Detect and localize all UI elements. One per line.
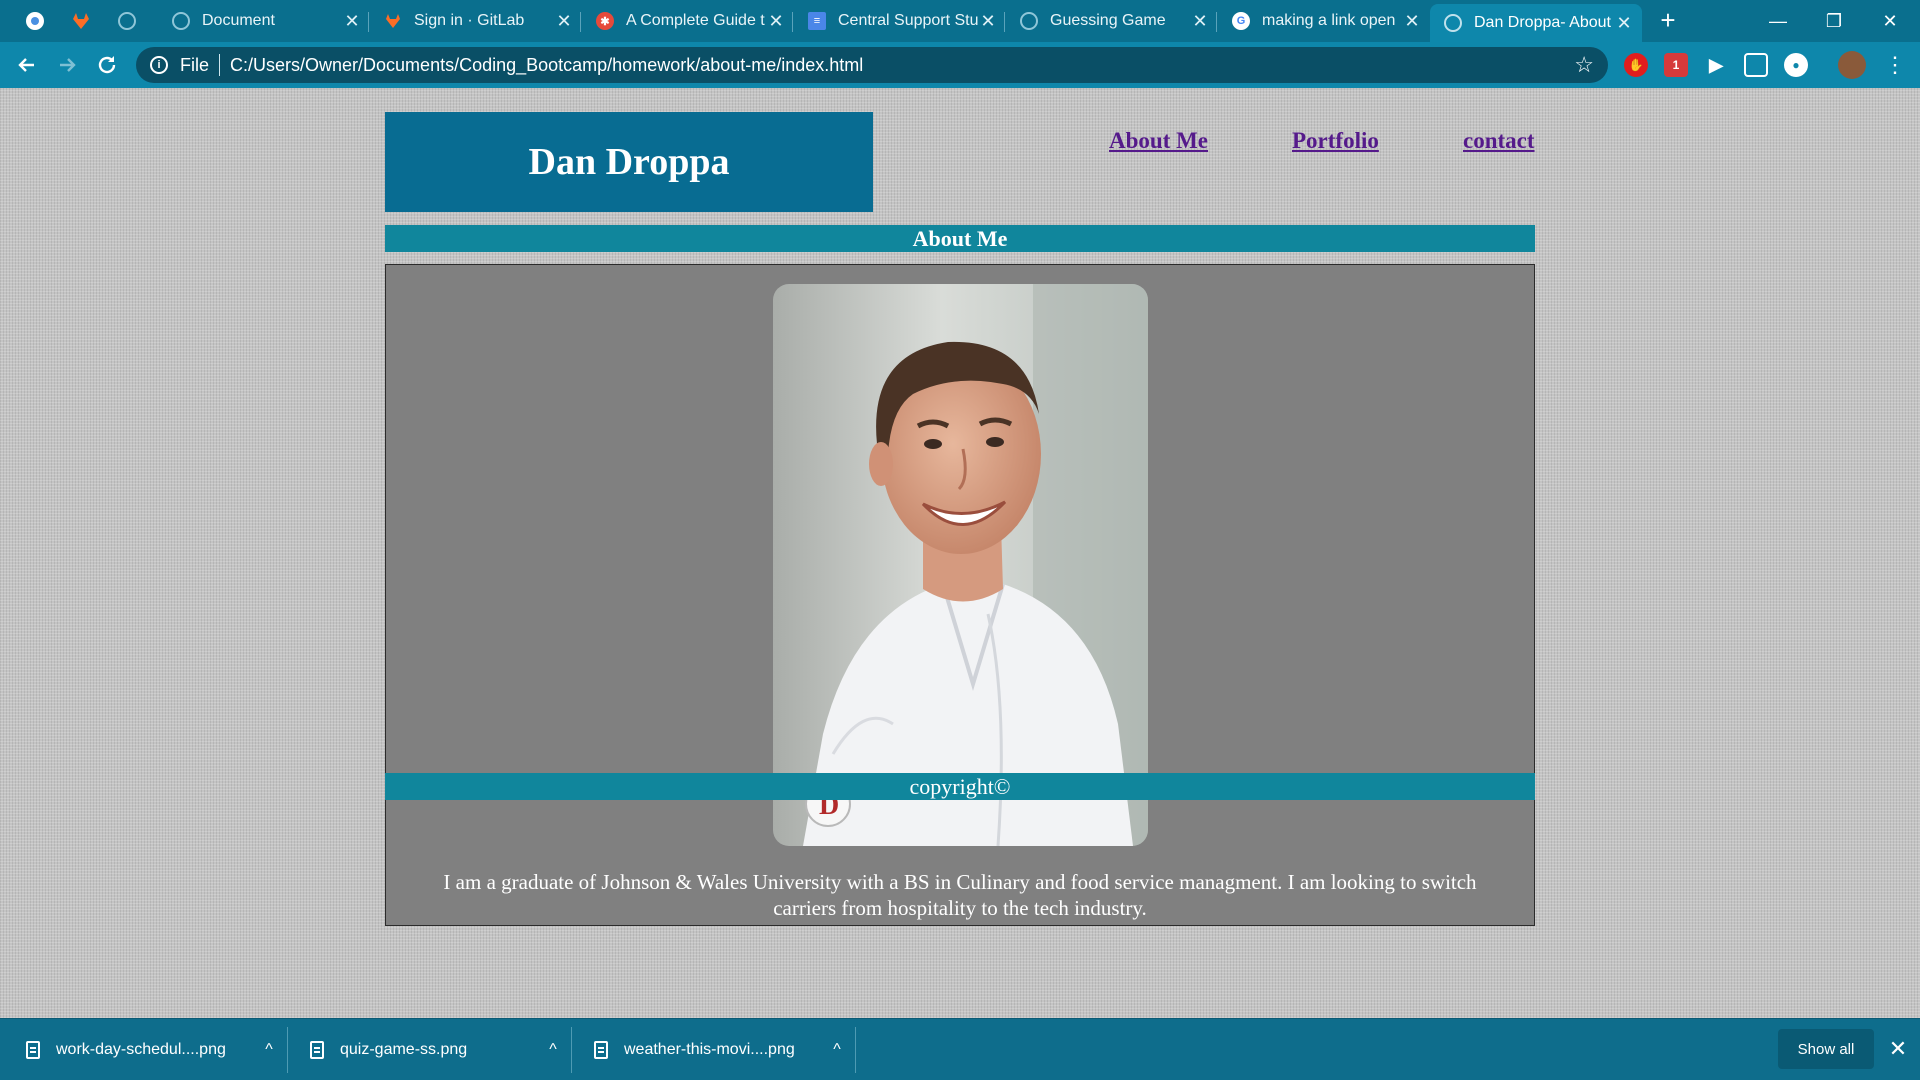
tab-divider [792,12,793,32]
address-divider [219,54,221,76]
tab-title: Central Support Stu [838,12,979,29]
info-icon[interactable]: i [150,56,168,74]
tab-title: making a link open [1262,12,1396,29]
show-all-button[interactable]: Show all [1778,1029,1874,1069]
download-item[interactable]: quiz-game-ss.png ^ [284,1019,568,1080]
address-bar[interactable]: i File C:/Users/Owner/Documents/Coding_B… [136,47,1608,83]
globe-icon [1020,12,1038,30]
footer-copyright: copyright© [385,773,1535,800]
file-icon [594,1041,608,1059]
tab-guessing-game[interactable]: Guessing Game ✕ [1006,4,1218,38]
restore-button[interactable]: ❐ [1806,0,1862,42]
close-icon[interactable]: ✕ [1404,11,1420,32]
tab-dan-droppa-about[interactable]: Dan Droppa- About ✕ [1430,4,1642,42]
bio-text: I am a graduate of Johnson & Wales Unive… [443,870,1477,920]
nav-link-about-me[interactable]: About Me [1109,128,1208,154]
tab-divider [1004,12,1005,32]
tab-complete-guide[interactable]: ✱ A Complete Guide t ✕ [582,4,794,38]
close-icon[interactable]: ✕ [1884,1035,1912,1063]
tab-central-support[interactable]: ≡ Central Support Stu ✕ [794,4,1006,38]
pinned-tab-gitlab[interactable] [60,4,102,38]
chrome-icon [26,12,44,30]
download-item[interactable]: work-day-schedul....png ^ [0,1019,284,1080]
tab-title: A Complete Guide t [626,12,765,29]
download-shelf: work-day-schedul....png ^ quiz-game-ss.p… [0,1018,1920,1080]
forward-button[interactable] [52,50,82,80]
globe-icon [1444,14,1462,32]
close-window-button[interactable]: ✕ [1862,0,1918,42]
close-icon[interactable]: ✕ [768,11,784,32]
reload-icon [98,56,116,74]
nav-link-portfolio[interactable]: Portfolio [1292,128,1379,154]
address-url[interactable]: C:/Users/Owner/Documents/Coding_Bootcamp… [230,55,1574,76]
about-content: D I am a graduate of Johnson & Wales Uni… [385,264,1535,926]
tab-document[interactable]: Document ✕ [158,4,370,38]
chevron-up-icon[interactable]: ^ [538,1041,568,1059]
account-extension-icon[interactable]: ● [1784,53,1808,77]
close-icon[interactable]: ✕ [556,11,572,32]
browser-menu-icon[interactable]: ⋮ [1884,52,1906,78]
pinned-tab-globe[interactable] [106,4,148,38]
file-icon [26,1041,40,1059]
bookmark-star-icon[interactable]: ☆ [1574,52,1594,78]
download-filename: quiz-game-ss.png [340,1041,468,1058]
adblock-extension-icon[interactable]: ✋ [1624,53,1648,77]
tab-gitlab-sign-in[interactable]: Sign in · GitLab ✕ [370,4,582,38]
profile-avatar[interactable] [1838,51,1866,79]
css-tricks-icon: ✱ [596,12,614,30]
new-tab-button[interactable]: + [1652,6,1684,36]
page-viewport: Dan Droppa About Me Portfolio contact Ab… [0,88,1920,1018]
tab-divider [368,12,369,32]
gitlab-icon [384,12,402,30]
download-filename: work-day-schedul....png [56,1041,226,1058]
back-arrow-icon [18,58,34,72]
close-icon[interactable]: ✕ [980,11,996,32]
forward-arrow-icon [60,58,76,72]
back-button[interactable] [12,50,42,80]
globe-icon [172,12,190,30]
tab-title: Sign in · GitLab [414,12,525,29]
reload-button[interactable] [92,50,122,80]
pinned-tab-chrome[interactable] [14,4,56,38]
tab-title: Document [202,12,275,29]
address-scheme: File [180,54,210,75]
download-divider [855,1027,856,1073]
tab-title: Dan Droppa- About [1474,14,1611,31]
nav-link-contact[interactable]: contact [1463,128,1535,154]
close-icon[interactable]: ✕ [344,11,360,32]
tab-title: Guessing Game [1050,12,1166,29]
tab-divider [580,12,581,32]
download-filename: weather-this-movi....png [624,1041,795,1058]
close-icon[interactable]: ✕ [1192,11,1208,32]
tab-making-a-link[interactable]: G making a link open ✕ [1218,4,1430,38]
chevron-up-icon[interactable]: ^ [822,1041,852,1059]
browser-toolbar: i File C:/Users/Owner/Documents/Coding_B… [0,42,1920,88]
tab-divider [1216,12,1217,32]
docs-icon: ≡ [808,12,826,30]
globe-icon [118,12,136,30]
minimize-button[interactable]: — [1750,0,1806,42]
site-title: Dan Droppa [528,141,730,183]
tab-strip: Document ✕ Sign in · GitLab ✕ ✱ A Comple… [0,0,1920,42]
camera-extension-icon[interactable]: ▶ [1704,53,1728,77]
portrait-photo: D [773,284,1148,846]
extension-badge-icon[interactable]: 1 [1664,53,1688,77]
google-icon: G [1232,12,1250,30]
screenshot-extension-icon[interactable] [1744,53,1768,77]
section-heading: About Me [385,225,1535,252]
chevron-up-icon[interactable]: ^ [254,1041,284,1059]
file-icon [310,1041,324,1059]
close-icon[interactable]: ✕ [1616,13,1632,34]
site-header: Dan Droppa [385,112,873,212]
extension-badge-count: 1 [1672,58,1680,72]
gitlab-icon [73,13,89,29]
download-item[interactable]: weather-this-movi....png ^ [568,1019,852,1080]
